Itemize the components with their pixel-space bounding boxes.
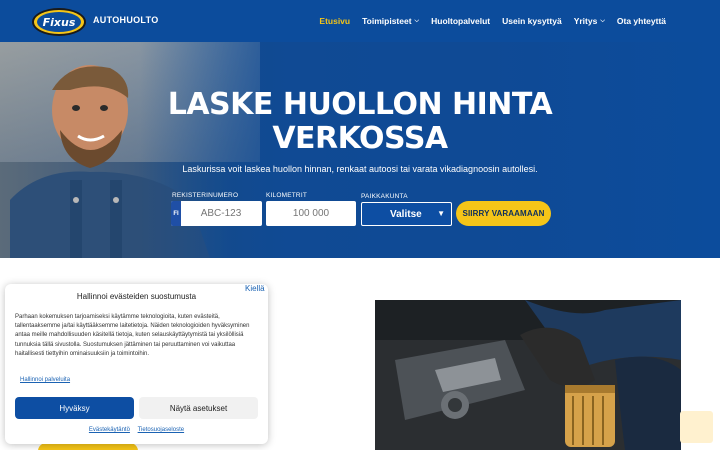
cookie-description: Parhaan kokemuksen tarjoamiseksi käytämm… <box>15 314 250 357</box>
nav-label: Usein kysyttyä <box>502 16 562 26</box>
nav-item-usein-kysyttya[interactable]: Usein kysyttyä <box>496 16 568 26</box>
hero-section: LASKE HUOLLON HINTA VERKOSSA Laskurissa … <box>0 42 720 258</box>
deny-cookies-button[interactable]: Kiellä <box>245 284 265 293</box>
nav-item-huoltopalvelut[interactable]: Huoltopalvelut <box>425 16 496 26</box>
logo-text: Fixus <box>37 12 81 32</box>
nav-item-toimipisteet[interactable]: Toimipisteet ⌵ <box>356 16 425 26</box>
nav-label: Yritys <box>573 16 598 26</box>
fixus-logo[interactable]: Fixus <box>32 8 86 36</box>
hero-title-line1: LASKE HUOLLON HINTA <box>167 87 553 122</box>
nav-label: Huoltopalvelut <box>431 16 491 26</box>
chevron-down-icon: ⌵ <box>600 17 605 24</box>
manage-services-link[interactable]: Hallinnoi palveluita <box>20 377 70 383</box>
privacy-policy-link[interactable]: Tietosuojaseloste <box>138 427 184 433</box>
hero-title-line2: VERKOSSA <box>272 121 448 156</box>
engine-photo <box>375 300 681 450</box>
nav-item-ota-yhteytta[interactable]: Ota yhteyttä <box>611 16 672 26</box>
nav-item-yritys[interactable]: Yritys ⌵ <box>568 16 611 26</box>
go-to-booking-button[interactable]: SIIRRY VARAAMAAN <box>456 201 551 226</box>
location-label: PAIKKAKUNTA <box>361 193 408 200</box>
nav-label: Toimipisteet <box>362 16 412 26</box>
site-header: Fixus AUTOHUOLTO Etusivu Toimipisteet ⌵ … <box>0 0 720 42</box>
cookie-footer-links: Evästekäytäntö Tietosuojaseloste <box>5 427 268 433</box>
reg-input[interactable] <box>181 201 261 226</box>
chevron-down-icon: ⌵ <box>414 17 420 24</box>
location-value: Valitse <box>390 208 422 220</box>
location-select[interactable]: Valitse ▼ <box>361 202 452 226</box>
reg-label: REKISTERINUMERO <box>172 192 239 199</box>
km-field <box>266 201 356 226</box>
reg-field: FI <box>171 201 262 226</box>
brand-name: AUTOHUOLTO <box>93 15 159 25</box>
nav-item-etusivu[interactable]: Etusivu <box>313 16 356 26</box>
cookie-title: Hallinnoi evästeiden suostumusta <box>76 292 197 301</box>
hero-subtitle: Laskurissa voit laskea huollon hinnan, r… <box>182 164 538 174</box>
chevron-down-icon: ▼ <box>437 209 445 218</box>
floating-help-box[interactable] <box>680 411 713 443</box>
hero-title: LASKE HUOLLON HINTA VERKOSSA <box>140 88 580 156</box>
fi-country-badge: FI <box>171 201 181 226</box>
partial-yellow-button[interactable] <box>38 443 138 450</box>
main-nav: Etusivu Toimipisteet ⌵ Huoltopalvelut Us… <box>313 0 672 42</box>
cookie-consent-dialog: Hallinnoi evästeiden suostumusta Parhaan… <box>5 284 268 444</box>
show-settings-button[interactable]: Näytä asetukset <box>139 397 258 419</box>
km-label: KILOMETRIT <box>266 192 308 199</box>
km-input[interactable] <box>266 201 356 226</box>
nav-label: Ota yhteyttä <box>616 16 666 26</box>
accept-cookies-button[interactable]: Hyväksy <box>15 397 134 419</box>
cookie-policy-link[interactable]: Evästekäytäntö <box>89 427 130 433</box>
nav-label: Etusivu <box>319 16 351 26</box>
